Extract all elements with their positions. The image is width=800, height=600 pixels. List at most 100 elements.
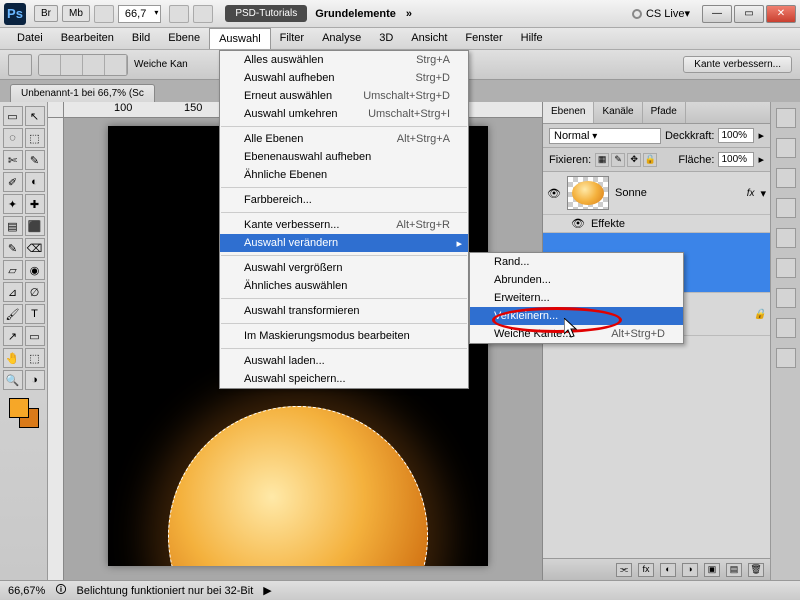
tab-ebenen[interactable]: Ebenen: [543, 102, 594, 123]
menu-datei[interactable]: Datei: [8, 28, 52, 49]
tool-19[interactable]: T: [25, 304, 45, 324]
tool-11[interactable]: ⬛: [25, 216, 45, 236]
close-button[interactable]: ✕: [766, 5, 796, 23]
tool-6[interactable]: ✐: [3, 172, 23, 192]
effects-row[interactable]: 👁 Effekte: [543, 215, 770, 233]
dock-icon-6[interactable]: [776, 258, 796, 278]
tab-kanaele[interactable]: Kanäle: [594, 102, 642, 123]
tool-4[interactable]: ✄: [3, 150, 23, 170]
visibility-toggle[interactable]: 👁: [571, 217, 585, 230]
workspace-more[interactable]: »: [406, 8, 412, 20]
menuitem-ebenenauswahl-aufheben[interactable]: Ebenenauswahl aufheben: [220, 148, 468, 166]
opacity-value[interactable]: 100%: [718, 128, 754, 143]
tool-15[interactable]: ◉: [25, 260, 45, 280]
tool-24[interactable]: 🔍: [3, 370, 23, 390]
color-swatches[interactable]: [9, 398, 39, 428]
bridge-button[interactable]: Br: [34, 5, 58, 22]
menuitem-auswahl-laden-[interactable]: Auswahl laden...: [220, 352, 468, 370]
zoom-select[interactable]: 66,7: [118, 5, 161, 23]
layer-sonne[interactable]: 👁 Sonne fx▾: [543, 172, 770, 215]
menuitem-auswahl-transformieren[interactable]: Auswahl transformieren: [220, 302, 468, 320]
workspace-psd-tutorials[interactable]: PSD-Tutorials: [225, 5, 307, 22]
dock-icon-2[interactable]: [776, 138, 796, 158]
tool-preset-icon[interactable]: [8, 54, 32, 76]
menu-bild[interactable]: Bild: [123, 28, 159, 49]
menuitem--hnliches-ausw-hlen[interactable]: Ähnliches auswählen: [220, 277, 468, 295]
menuitem-auswahl-ver-ndern[interactable]: Auswahl verändern: [220, 234, 468, 252]
menuitem-alles-ausw-hlen[interactable]: Alles auswählenStrg+A: [220, 51, 468, 69]
menuitem-erneut-ausw-hlen[interactable]: Erneut auswählenUmschalt+Strg+D: [220, 87, 468, 105]
menu-auswahl[interactable]: Auswahl: [209, 28, 271, 49]
workspace-grundelemente[interactable]: Grundelemente: [315, 8, 396, 20]
dock-icon-1[interactable]: [776, 108, 796, 128]
screen-mode-icon[interactable]: [193, 5, 213, 23]
tool-7[interactable]: ◐: [25, 172, 45, 192]
menuitem-im-maskierungsmodus-bearbeiten[interactable]: Im Maskierungsmodus bearbeiten: [220, 327, 468, 345]
dock-icon-4[interactable]: [776, 198, 796, 218]
submenuitem-abrunden-[interactable]: Abrunden...: [470, 271, 683, 289]
menu-bearbeiten[interactable]: Bearbeiten: [52, 28, 123, 49]
tool-10[interactable]: ▤: [3, 216, 23, 236]
lock-icons[interactable]: ▦✎✥🔒: [595, 153, 659, 167]
cs-live[interactable]: CS Live ▾: [632, 7, 690, 20]
tool-17[interactable]: ∅: [25, 282, 45, 302]
refine-edge-button[interactable]: Kante verbessern...: [683, 56, 792, 73]
menuitem-kante-verbessern-[interactable]: Kante verbessern...Alt+Strg+R: [220, 216, 468, 234]
menu-3d[interactable]: 3D: [370, 28, 402, 49]
tool-0[interactable]: ▭: [3, 106, 23, 126]
tab-pfade[interactable]: Pfade: [643, 102, 686, 123]
menuitem-auswahl-umkehren[interactable]: Auswahl umkehrenUmschalt+Strg+I: [220, 105, 468, 123]
menuitem-auswahl-vergr-ern[interactable]: Auswahl vergrößern: [220, 259, 468, 277]
group-icon[interactable]: ▣: [704, 563, 720, 577]
minibridge-button[interactable]: Mb: [62, 5, 90, 22]
tool-12[interactable]: ✎: [3, 238, 23, 258]
layer-thumbnail[interactable]: [567, 176, 609, 210]
submenuitem-erweitern-[interactable]: Erweitern...: [470, 289, 683, 307]
tool-22[interactable]: 🤚: [3, 348, 23, 368]
dock-icon-8[interactable]: [776, 318, 796, 338]
document-tab[interactable]: Unbenannt-1 bei 66,7% (Sc: [10, 84, 155, 102]
dock-icon-9[interactable]: [776, 348, 796, 368]
dock-icon-3[interactable]: [776, 168, 796, 188]
link-layers-icon[interactable]: ⫘: [616, 563, 632, 577]
tool-25[interactable]: ◑: [25, 370, 45, 390]
tool-18[interactable]: 🖌: [3, 304, 23, 324]
new-layer-icon[interactable]: ▤: [726, 563, 742, 577]
menu-hilfe[interactable]: Hilfe: [512, 28, 552, 49]
trash-icon[interactable]: 🗑: [748, 563, 764, 577]
menuitem-auswahl-speichern-[interactable]: Auswahl speichern...: [220, 370, 468, 388]
minimize-button[interactable]: —: [702, 5, 732, 23]
view-extras-icon[interactable]: [94, 5, 114, 23]
tool-13[interactable]: ⌫: [25, 238, 45, 258]
fx-badge[interactable]: fx: [747, 188, 755, 199]
tool-1[interactable]: ↖: [25, 106, 45, 126]
tool-8[interactable]: ✦: [3, 194, 23, 214]
mask-icon[interactable]: ◐: [660, 563, 676, 577]
tool-16[interactable]: ⊿: [3, 282, 23, 302]
menuitem--hnliche-ebenen[interactable]: Ähnliche Ebenen: [220, 166, 468, 184]
menuitem-auswahl-aufheben[interactable]: Auswahl aufhebenStrg+D: [220, 69, 468, 87]
selection-mode-group[interactable]: [38, 54, 128, 76]
tool-2[interactable]: ◌: [3, 128, 23, 148]
dock-icon-5[interactable]: [776, 228, 796, 248]
tool-3[interactable]: ⬚: [25, 128, 45, 148]
menu-analyse[interactable]: Analyse: [313, 28, 370, 49]
menu-ebene[interactable]: Ebene: [159, 28, 209, 49]
menu-ansicht[interactable]: Ansicht: [402, 28, 456, 49]
tool-9[interactable]: ✚: [25, 194, 45, 214]
menuitem-farbbereich-[interactable]: Farbbereich...: [220, 191, 468, 209]
foreground-color[interactable]: [9, 398, 29, 418]
submenuitem-rand-[interactable]: Rand...: [470, 253, 683, 271]
status-zoom[interactable]: 66,67%: [8, 585, 45, 597]
visibility-toggle[interactable]: 👁: [547, 186, 561, 200]
fill-value[interactable]: 100%: [718, 152, 754, 167]
fx-icon[interactable]: fx: [638, 563, 654, 577]
maximize-button[interactable]: ▭: [734, 5, 764, 23]
menuitem-alle-ebenen[interactable]: Alle EbenenAlt+Strg+A: [220, 130, 468, 148]
menu-filter[interactable]: Filter: [271, 28, 313, 49]
tool-5[interactable]: ✎: [25, 150, 45, 170]
tool-20[interactable]: ↗: [3, 326, 23, 346]
tool-23[interactable]: ⬚: [25, 348, 45, 368]
dock-icon-7[interactable]: [776, 288, 796, 308]
tool-21[interactable]: ▭: [25, 326, 45, 346]
